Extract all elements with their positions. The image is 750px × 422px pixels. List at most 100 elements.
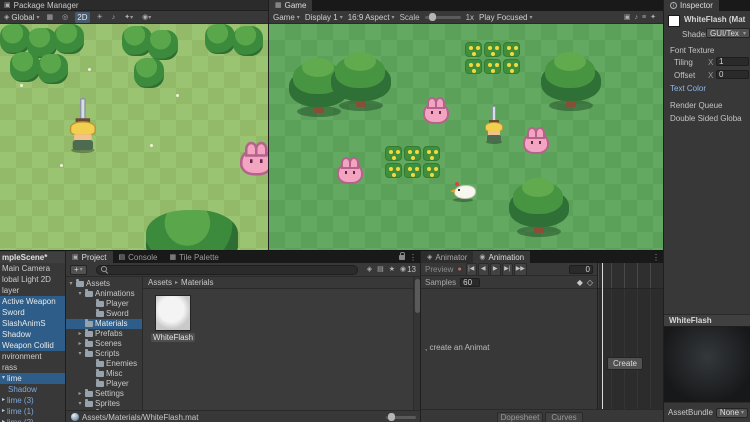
curves-toggle[interactable]: Curves: [545, 412, 583, 422]
effects-dropdown[interactable]: ✦ ▾: [122, 13, 135, 22]
timeline-ruler[interactable]: [598, 263, 663, 289]
tree-item-scenes[interactable]: ▸ Scenes: [66, 339, 142, 349]
stats-icon[interactable]: ≡: [642, 14, 646, 21]
hierarchy-item[interactable]: ▸lime (2): [0, 417, 65, 422]
grid-toggle-button[interactable]: ▦: [45, 13, 56, 22]
expander-icon[interactable]: ▸: [2, 406, 5, 417]
tree-item-sword[interactable]: Sword: [66, 309, 142, 319]
aspect-dropdown[interactable]: 16:9 Aspect ▾: [348, 13, 395, 22]
dopesheet-toggle[interactable]: Dopesheet: [497, 412, 543, 422]
expander-icon[interactable]: ▾: [77, 349, 83, 359]
expander-icon[interactable]: ▸: [2, 395, 5, 406]
hierarchy-item[interactable]: Main Camera: [0, 263, 65, 274]
tree-item-animations[interactable]: ▾ Animations: [66, 289, 142, 299]
tree-item-enemies[interactable]: Enemies: [66, 359, 142, 369]
tab-project[interactable]: ▣ Project: [66, 251, 113, 263]
tree-item-materials[interactable]: Materials: [66, 319, 142, 329]
display-dropdown[interactable]: Display 1 ▾: [305, 13, 343, 22]
tree-item-prefabs[interactable]: ▸ Prefabs: [66, 329, 142, 339]
tab-inspector[interactable]: i Inspector: [664, 0, 719, 11]
expander-icon[interactable]: ▾: [77, 399, 83, 409]
scale-slider-thumb[interactable]: [428, 12, 436, 21]
tab-animator[interactable]: ◈ Animator: [421, 251, 474, 263]
kebab-menu-icon[interactable]: ⋮: [409, 253, 417, 262]
material-preview-area[interactable]: [664, 327, 750, 402]
tree-item-sprites[interactable]: ▾ Sprites: [66, 399, 142, 409]
scene-viewport[interactable]: [0, 24, 268, 250]
expander-icon[interactable]: ▾: [68, 279, 74, 289]
add-event-button[interactable]: ◇: [587, 278, 593, 287]
tree-item-settings[interactable]: ▸ Settings: [66, 389, 142, 399]
hierarchy-item[interactable]: nvironment: [0, 351, 65, 362]
tree-item-scripts[interactable]: ▾ Scripts: [66, 349, 142, 359]
preview-toggle[interactable]: Preview: [425, 265, 453, 274]
material-preview-header[interactable]: WhiteFlash: [664, 314, 750, 327]
asset-whiteflash[interactable]: WhiteFlash: [151, 295, 196, 342]
project-search-input[interactable]: [110, 265, 353, 274]
tab-console[interactable]: ▤ Console: [113, 251, 164, 263]
tab-animation[interactable]: ◉ Animation: [473, 251, 531, 263]
play-focused-dropdown[interactable]: Play Focused ▾: [479, 13, 532, 22]
tree-item-player[interactable]: Player: [66, 299, 142, 309]
game-viewport[interactable]: [269, 24, 663, 250]
expander-icon[interactable]: ▾: [77, 289, 83, 299]
kebab-menu-icon[interactable]: ⋮: [652, 253, 660, 262]
hierarchy-item[interactable]: Shadow: [0, 329, 65, 340]
playhead-line[interactable]: [602, 263, 603, 409]
lock-icon[interactable]: [399, 251, 405, 260]
frame-field[interactable]: 0: [569, 264, 593, 274]
tiling-x-field[interactable]: 1: [716, 57, 749, 66]
game-menu-dropdown[interactable]: Game ▾: [273, 13, 300, 22]
dopesheet-area[interactable]: [598, 289, 663, 409]
expander-icon[interactable]: ▾: [2, 373, 5, 384]
hierarchy-item[interactable]: rass: [0, 362, 65, 373]
search-by-label-icon[interactable]: ▤: [377, 266, 384, 273]
samples-field[interactable]: 60: [460, 277, 481, 287]
shader-dropdown[interactable]: GUI/Tex ▾: [706, 28, 750, 38]
hierarchy-item[interactable]: SlashAnimS: [0, 318, 65, 329]
tree-item-assets[interactable]: ▾ Assets: [66, 279, 142, 289]
assetbundle-dropdown[interactable]: None ▾: [715, 407, 749, 418]
gizmos-icon[interactable]: ✦: [650, 14, 656, 21]
maximize-icon[interactable]: ▣: [624, 14, 631, 21]
animation-timeline[interactable]: [597, 263, 663, 409]
go-to-end-button[interactable]: ▶▶: [513, 262, 527, 276]
project-scrollbar[interactable]: [413, 277, 420, 410]
tab-tile-palette[interactable]: ▦ Tile Palette: [164, 251, 225, 263]
expander-icon[interactable]: ▸: [2, 417, 5, 422]
hierarchy-item[interactable]: ▾ lime: [0, 373, 65, 384]
hierarchy-item[interactable]: layer: [0, 285, 65, 296]
text-color-label[interactable]: Text Color: [670, 84, 706, 93]
play-button[interactable]: ▶: [489, 262, 501, 276]
search-by-type-icon[interactable]: ◈: [367, 266, 372, 273]
lighting-toggle-button[interactable]: ☀: [95, 13, 105, 22]
expander-icon[interactable]: ▸: [77, 329, 83, 339]
hierarchy-item[interactable]: Active Weapon: [0, 296, 65, 307]
tree-item-misc[interactable]: Misc: [66, 369, 142, 379]
mute-audio-icon[interactable]: ♪: [635, 14, 639, 21]
tree-item-player2[interactable]: Player: [66, 379, 142, 389]
mode-2d-button[interactable]: 2D: [75, 11, 90, 23]
pivot-dropdown[interactable]: ◈ Global ▾: [4, 13, 40, 22]
hierarchy-item[interactable]: Shadow: [0, 384, 65, 395]
create-asset-button[interactable]: + ▾: [70, 264, 87, 275]
visibility-dropdown[interactable]: ◉ ▾: [140, 13, 153, 22]
hidden-packages-toggle[interactable]: ◉ 13: [400, 265, 416, 274]
scale-slider[interactable]: [424, 12, 461, 21]
go-to-start-button[interactable]: |◀: [465, 262, 477, 276]
tab-game[interactable]: ▦ Game: [269, 0, 313, 11]
favorite-search-icon[interactable]: ★: [389, 266, 395, 273]
hierarchy-item[interactable]: ▸ lime (1): [0, 406, 65, 417]
zoom-slider-thumb[interactable]: [388, 412, 395, 421]
breadcrumb-current[interactable]: Materials: [181, 278, 213, 287]
record-button[interactable]: ●: [457, 266, 461, 273]
hierarchy-item[interactable]: Sword: [0, 307, 65, 318]
breadcrumb-root[interactable]: Assets: [148, 278, 172, 287]
hierarchy-item[interactable]: lobal Light 2D: [0, 274, 65, 285]
expander-icon[interactable]: ▸: [77, 389, 83, 399]
next-key-button[interactable]: ▶|: [501, 262, 513, 276]
audio-toggle-button[interactable]: ♪: [110, 13, 118, 22]
hierarchy-scene-header[interactable]: mpleScene*: [0, 252, 65, 263]
add-keyframe-button[interactable]: ◆: [577, 278, 583, 287]
package-manager-titlebar[interactable]: ▣ Package Manager: [0, 0, 268, 11]
